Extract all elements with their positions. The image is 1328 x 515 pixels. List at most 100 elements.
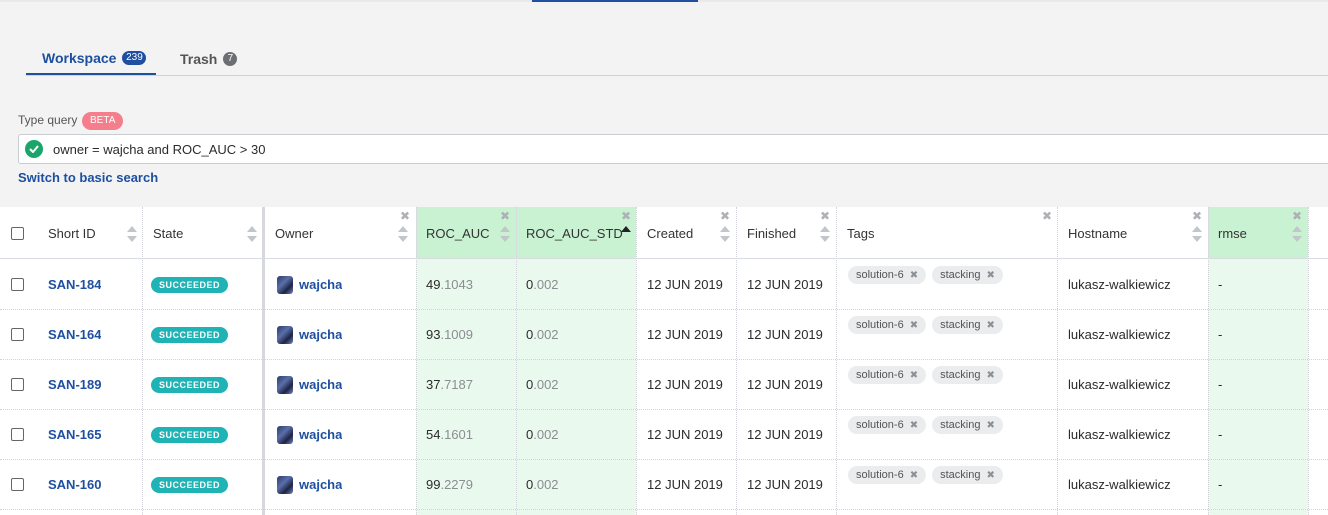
tag-chip[interactable]: stacking ✖ bbox=[932, 316, 1003, 334]
tag-chip[interactable]: stacking ✖ bbox=[932, 466, 1003, 484]
header-tags[interactable]: Tags bbox=[847, 207, 874, 259]
sort-finished-icon[interactable] bbox=[820, 226, 830, 242]
created-value: 12 JUN 2019 bbox=[647, 427, 723, 442]
sort-roc-auc-icon[interactable] bbox=[500, 226, 510, 242]
remove-tag-icon[interactable]: ✖ bbox=[910, 470, 918, 481]
short-id-link[interactable]: SAN-164 bbox=[48, 327, 101, 342]
tag-chip[interactable]: solution-6 ✖ bbox=[848, 366, 927, 384]
sort-short-id-icon[interactable] bbox=[127, 226, 137, 242]
rmse-value: - bbox=[1218, 377, 1223, 392]
tags-cell: solution-6 ✖ stacking ✖ bbox=[848, 460, 1009, 509]
select-all-checkbox-cell[interactable] bbox=[11, 207, 24, 259]
tag-chip[interactable]: solution-6 ✖ bbox=[848, 416, 927, 434]
short-id-link[interactable]: SAN-189 bbox=[48, 377, 101, 392]
avatar bbox=[277, 475, 293, 494]
remove-finished-column-icon[interactable]: ✖ bbox=[820, 209, 830, 223]
tag-chip[interactable]: stacking ✖ bbox=[932, 366, 1003, 384]
owner-link[interactable]: wajcha bbox=[299, 427, 342, 442]
remove-rmse-column-icon[interactable]: ✖ bbox=[1292, 209, 1302, 223]
row-checkbox-cell[interactable] bbox=[11, 260, 24, 309]
remove-tag-icon[interactable]: ✖ bbox=[986, 420, 994, 431]
beta-badge: BETA bbox=[82, 112, 124, 130]
header-finished[interactable]: Finished bbox=[747, 207, 796, 259]
row-checkbox-cell[interactable] bbox=[11, 310, 24, 359]
tag-chip[interactable]: stacking ✖ bbox=[932, 416, 1003, 434]
sort-state-icon[interactable] bbox=[247, 226, 257, 242]
table-row[interactable]: SAN-160 SUCCEEDED wajcha 99.2279 0.002 1… bbox=[0, 460, 1328, 510]
row-checkbox[interactable] bbox=[11, 478, 24, 491]
remove-tag-icon[interactable]: ✖ bbox=[910, 320, 918, 331]
short-id-link[interactable]: SAN-160 bbox=[48, 477, 101, 492]
tag-chip[interactable]: stacking ✖ bbox=[932, 266, 1003, 284]
row-checkbox[interactable] bbox=[11, 278, 24, 291]
remove-tag-icon[interactable]: ✖ bbox=[986, 370, 994, 381]
rmse-value: - bbox=[1218, 427, 1223, 442]
remove-tags-column-icon[interactable]: ✖ bbox=[1042, 209, 1052, 223]
switch-to-basic-search-link[interactable]: Switch to basic search bbox=[18, 170, 158, 185]
sort-hostname-icon[interactable] bbox=[1192, 226, 1202, 242]
header-short-id[interactable]: Short ID bbox=[48, 207, 96, 259]
header-rmse[interactable]: rmse bbox=[1218, 207, 1247, 259]
table-row[interactable]: SAN-165 SUCCEEDED wajcha 54.1601 0.002 1… bbox=[0, 410, 1328, 460]
tag-chip[interactable]: solution-6 ✖ bbox=[848, 466, 927, 484]
tab-trash[interactable]: Trash 7 bbox=[180, 42, 238, 75]
header-roc-auc[interactable]: ROC_AUC bbox=[426, 207, 490, 259]
top-bar-active-indicator bbox=[532, 0, 698, 2]
state-badge: SUCCEEDED bbox=[151, 276, 229, 293]
tab-workspace[interactable]: Workspace 239 bbox=[26, 42, 156, 75]
remove-tag-icon[interactable]: ✖ bbox=[910, 370, 918, 381]
remove-tag-icon[interactable]: ✖ bbox=[986, 470, 994, 481]
tag-chip[interactable]: solution-6 ✖ bbox=[848, 266, 927, 284]
created-value: 12 JUN 2019 bbox=[647, 327, 723, 342]
row-checkbox[interactable] bbox=[11, 378, 24, 391]
tab-workspace-label: Workspace bbox=[42, 49, 117, 66]
table-row[interactable]: SAN-164 SUCCEEDED wajcha 93.1009 0.002 1… bbox=[0, 310, 1328, 360]
roc-auc-value: 37.7187 bbox=[426, 377, 474, 392]
remove-roc-auc-std-column-icon[interactable]: ✖ bbox=[621, 209, 631, 223]
row-checkbox-cell[interactable] bbox=[11, 460, 24, 509]
short-id-link[interactable]: SAN-184 bbox=[48, 277, 101, 292]
remove-tag-icon[interactable]: ✖ bbox=[986, 270, 994, 281]
table-row[interactable]: SAN-189 SUCCEEDED wajcha 37.7187 0.002 1… bbox=[0, 360, 1328, 410]
header-created[interactable]: Created bbox=[647, 207, 693, 259]
remove-roc-auc-column-icon[interactable]: ✖ bbox=[500, 209, 510, 223]
short-id-link[interactable]: SAN-165 bbox=[48, 427, 101, 442]
rmse-value: - bbox=[1218, 477, 1223, 492]
sort-rmse-icon[interactable] bbox=[1292, 226, 1302, 242]
owner-link[interactable]: wajcha bbox=[299, 377, 342, 392]
remove-created-column-icon[interactable]: ✖ bbox=[720, 209, 730, 223]
header-roc-auc-std[interactable]: ROC_AUC_STD bbox=[526, 207, 623, 259]
select-all-checkbox[interactable] bbox=[11, 226, 24, 240]
sort-created-icon[interactable] bbox=[720, 226, 730, 242]
state-badge: SUCCEEDED bbox=[151, 476, 229, 493]
remove-owner-column-icon[interactable]: ✖ bbox=[400, 209, 410, 223]
hostname-value: lukasz-walkiewicz bbox=[1068, 477, 1171, 492]
remove-tag-icon[interactable]: ✖ bbox=[910, 420, 918, 431]
hostname-value: lukasz-walkiewicz bbox=[1068, 427, 1171, 442]
row-checkbox-cell[interactable] bbox=[11, 360, 24, 409]
remove-tag-icon[interactable]: ✖ bbox=[910, 270, 918, 281]
roc-auc-value: 49.1043 bbox=[426, 277, 474, 292]
remove-tag-icon[interactable]: ✖ bbox=[986, 320, 994, 331]
tab-bar: Workspace 239 Trash 7 bbox=[26, 42, 1328, 76]
query-label: Type query bbox=[18, 113, 78, 127]
row-checkbox[interactable] bbox=[11, 428, 24, 441]
owner-link[interactable]: wajcha bbox=[299, 327, 342, 342]
table-row[interactable]: SAN-184 SUCCEEDED wajcha 49.1043 0.002 1… bbox=[0, 260, 1328, 310]
check-circle-icon bbox=[25, 140, 43, 158]
tag-chip[interactable]: solution-6 ✖ bbox=[848, 316, 927, 334]
header-hostname[interactable]: Hostname bbox=[1068, 207, 1127, 259]
owner-link[interactable]: wajcha bbox=[299, 477, 342, 492]
sort-owner-icon[interactable] bbox=[398, 226, 408, 242]
rmse-value: - bbox=[1218, 327, 1223, 342]
sort-roc-auc-std-icon[interactable] bbox=[621, 226, 631, 242]
header-state[interactable]: State bbox=[153, 207, 183, 259]
row-checkbox[interactable] bbox=[11, 328, 24, 341]
created-value: 12 JUN 2019 bbox=[647, 377, 723, 392]
row-checkbox-cell[interactable] bbox=[11, 410, 24, 459]
query-input[interactable]: owner = wajcha and ROC_AUC > 30 bbox=[18, 134, 1328, 164]
remove-hostname-column-icon[interactable]: ✖ bbox=[1192, 209, 1202, 223]
avatar bbox=[277, 425, 293, 444]
owner-link[interactable]: wajcha bbox=[299, 277, 342, 292]
header-owner[interactable]: Owner bbox=[275, 207, 313, 259]
